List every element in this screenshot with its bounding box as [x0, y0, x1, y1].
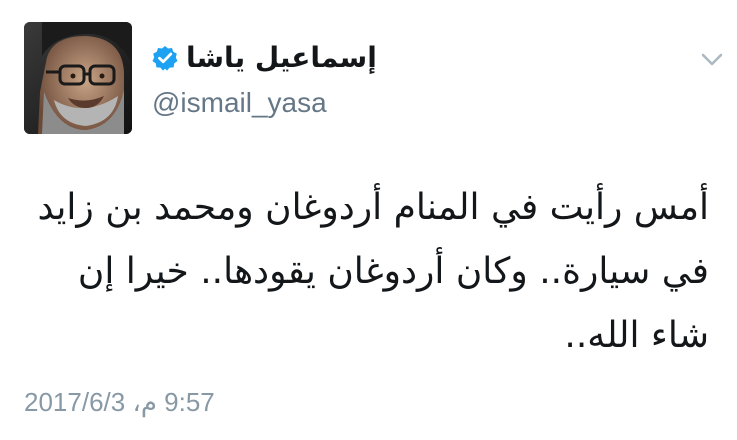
tweet-card: إسماعيل ياشا @ismail_yasa أمس رأيت في ال… [0, 0, 737, 440]
tweet-text: أمس رأيت في المنام أردوغان ومحمد بن زايد… [26, 187, 709, 356]
chevron-down-icon[interactable] [701, 52, 723, 66]
author-name-row[interactable]: إسماعيل ياشا [152, 38, 377, 78]
avatar[interactable] [24, 22, 132, 134]
display-name[interactable]: إسماعيل ياشا [186, 38, 377, 78]
tweet-timestamp[interactable]: 9:57 م، 2017/6/3 [24, 384, 215, 420]
avatar-photo [24, 22, 132, 134]
verified-badge-icon [152, 45, 178, 71]
user-handle[interactable]: @ismail_yasa [152, 86, 327, 120]
